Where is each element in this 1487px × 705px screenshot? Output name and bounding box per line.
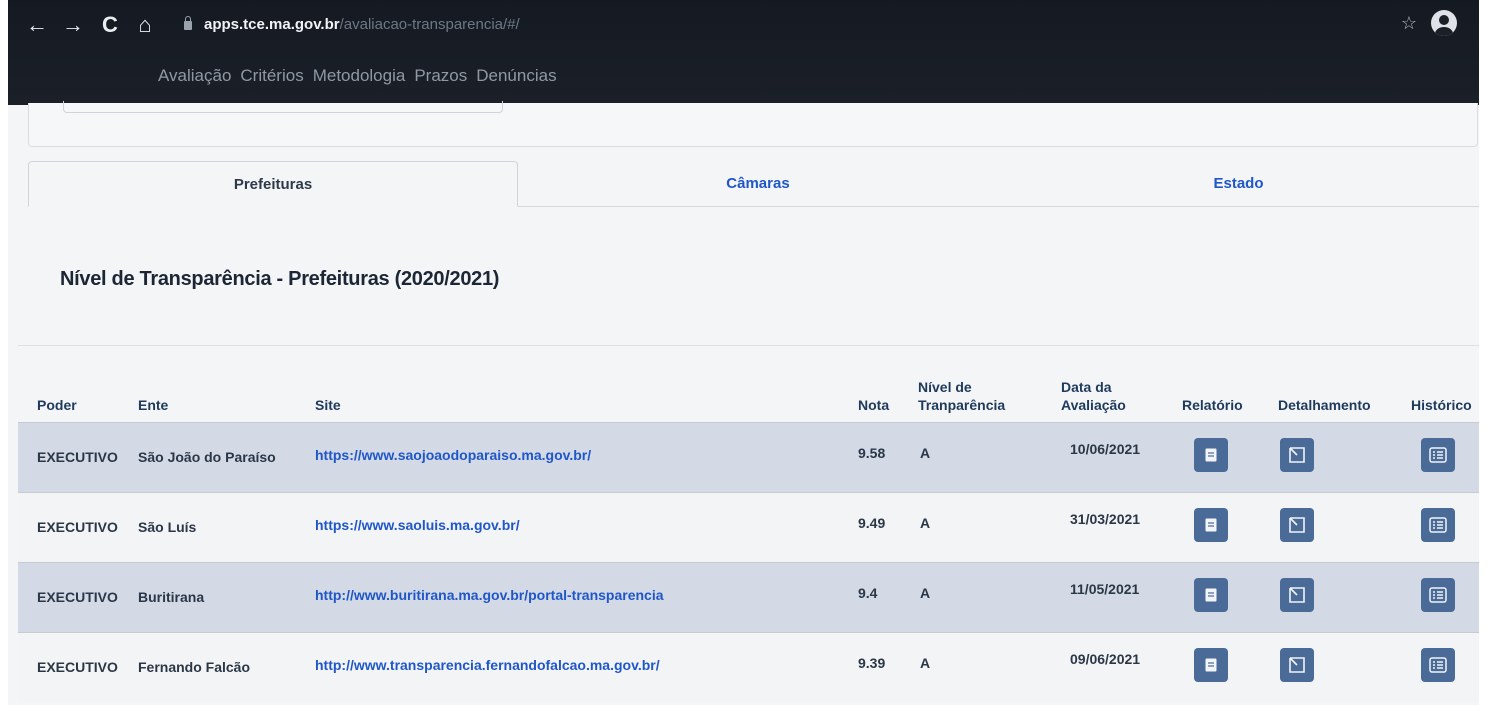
list-icon (1429, 517, 1447, 533)
tab-camaras[interactable]: Câmaras (518, 161, 998, 207)
header-nivel-line1: Nível de (918, 379, 972, 395)
header-data-line2: Avaliação (1061, 397, 1126, 413)
bookmark-star-icon[interactable]: ☆ (1401, 13, 1417, 34)
cell-site-link[interactable]: https://www.saojoaodoparaiso.ma.gov.br/ (315, 447, 591, 463)
cell-nota: 9.4 (858, 585, 878, 601)
historico-button[interactable] (1421, 508, 1455, 542)
expand-icon (1288, 516, 1306, 534)
nav-item-criterios[interactable]: Critérios (240, 66, 303, 86)
cell-ente: São Luís (138, 519, 197, 535)
cell-nota: 9.39 (858, 655, 886, 671)
nav-item-metodologia[interactable]: Metodologia (313, 66, 406, 86)
expand-icon (1288, 586, 1306, 604)
cell-ente: Fernando Falcão (138, 659, 251, 675)
table-row: EXECUTIVO São João do Paraíso https://www.… (18, 422, 1479, 492)
site-nav: Avaliação Critérios Metodologia Prazos D… (158, 66, 557, 86)
header-historico: Histórico (1411, 397, 1472, 413)
cell-nota: 9.58 (858, 445, 886, 461)
cell-nivel: A (920, 655, 931, 671)
cell-poder: EXECUTIVO (37, 589, 118, 605)
header-nivel: Nível de Tranparência (918, 378, 1005, 414)
cell-site-link[interactable]: http://www.transparencia.fernandofalcao.… (315, 657, 660, 673)
relatorio-button[interactable] (1194, 648, 1228, 682)
cell-ente: São João do Paraíso (138, 449, 276, 465)
relatorio-button[interactable] (1194, 438, 1228, 472)
header-detalhamento: Detalhamento (1278, 397, 1371, 413)
header-poder: Poder (37, 397, 77, 413)
table-row: EXECUTIVO Buritirana http://www.buritirana… (18, 562, 1479, 632)
header-relatorio: Relatório (1182, 397, 1243, 413)
header-data-line1: Data da (1061, 379, 1112, 395)
reload-icon[interactable]: C (97, 12, 123, 38)
header-data: Data da Avaliação (1061, 378, 1126, 414)
filter-panel (28, 101, 1478, 147)
cell-nota: 9.49 (858, 515, 886, 531)
list-icon (1429, 447, 1447, 463)
profile-avatar-icon[interactable] (1431, 10, 1457, 36)
document-icon (1205, 588, 1217, 602)
back-icon[interactable]: ← (24, 12, 50, 38)
document-icon (1205, 658, 1217, 672)
url-host: apps.tce.ma.gov.br (204, 16, 340, 33)
home-icon[interactable]: ⌂ (132, 12, 158, 38)
historico-button[interactable] (1421, 648, 1455, 682)
cell-ente: Buritirana (138, 589, 205, 605)
cell-poder: EXECUTIVO (37, 449, 118, 465)
table-row: EXECUTIVO Fernando Falcão http://www.trans… (18, 632, 1479, 702)
list-icon (1429, 587, 1447, 603)
cell-data: 11/05/2021 (1070, 581, 1140, 597)
detalhamento-button[interactable] (1280, 648, 1314, 682)
transparency-table: Poder Ente Site Nota Nível de Tranparênc… (18, 345, 1479, 702)
cell-data: 09/06/2021 (1070, 651, 1141, 667)
table-header: Poder Ente Site Nota Nível de Tranparênc… (18, 346, 1479, 422)
filter-select[interactable] (63, 101, 503, 113)
cell-poder: EXECUTIVO (37, 519, 118, 535)
expand-icon (1288, 656, 1306, 674)
cell-data: 31/03/2021 (1070, 511, 1141, 527)
cell-nivel: A (920, 515, 931, 531)
detalhamento-button[interactable] (1280, 578, 1314, 612)
relatorio-button[interactable] (1194, 578, 1228, 612)
browser-toolbar: ← → C ⌂ apps.tce.ma.gov.br/avaliacao-tra… (8, 0, 1479, 105)
tab-estado[interactable]: Estado (998, 161, 1479, 207)
cell-site-link[interactable]: https://www.saoluis.ma.gov.br/ (315, 517, 520, 533)
list-icon (1429, 657, 1447, 673)
document-icon (1205, 518, 1217, 532)
address-row: ← → C ⌂ apps.tce.ma.gov.br/avaliacao-tra… (8, 8, 1479, 44)
url-path: /avaliacao-transparencia/#/ (339, 16, 520, 33)
table-row: EXECUTIVO São Luís https://www.saoluis.ma.… (18, 492, 1479, 562)
expand-icon (1288, 446, 1306, 464)
page-content: Prefeituras Câmaras Estado Nível de Tran… (8, 101, 1479, 705)
address-bar[interactable]: apps.tce.ma.gov.br/avaliacao-transparenc… (204, 16, 520, 33)
tab-prefeituras[interactable]: Prefeituras (28, 161, 518, 207)
header-nota: Nota (858, 397, 890, 413)
historico-button[interactable] (1421, 578, 1455, 612)
lock-icon (184, 16, 192, 30)
header-nivel-line2: Tranparência (918, 397, 1006, 413)
cell-site-link[interactable]: http://www.buritirana.ma.gov.br/portal-t… (315, 587, 664, 603)
section-title: Nível de Transparência - Prefeituras (20… (60, 268, 500, 290)
header-ente: Ente (138, 397, 169, 413)
historico-button[interactable] (1421, 438, 1455, 472)
nav-item-prazos[interactable]: Prazos (414, 66, 467, 86)
tab-bar: Prefeituras Câmaras Estado (28, 161, 1479, 207)
relatorio-button[interactable] (1194, 508, 1228, 542)
detalhamento-button[interactable] (1280, 508, 1314, 542)
nav-item-denuncias[interactable]: Denúncias (476, 66, 556, 86)
document-icon (1205, 448, 1217, 462)
header-site: Site (315, 397, 341, 413)
nav-item-avaliacao[interactable]: Avaliação (158, 66, 231, 86)
cell-poder: EXECUTIVO (37, 659, 118, 675)
cell-data: 10/06/2021 (1070, 441, 1141, 457)
cell-nivel: A (920, 585, 931, 601)
forward-icon[interactable]: → (60, 12, 86, 38)
detalhamento-button[interactable] (1280, 438, 1314, 472)
cell-nivel: A (920, 445, 931, 461)
table-body: EXECUTIVO São João do Paraíso https://www.… (18, 422, 1479, 702)
